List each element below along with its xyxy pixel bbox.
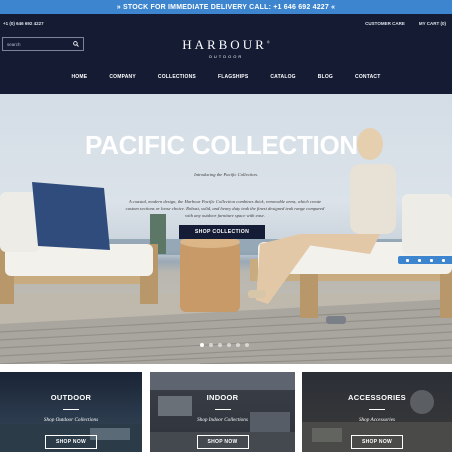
nav-catalog[interactable]: CATALOG xyxy=(259,74,306,80)
shop-now-button[interactable]: SHOP NOW xyxy=(196,435,249,449)
slider-dot[interactable] xyxy=(209,343,213,347)
hero-banner: PACIFIC COLLECTION Introducing the Pacif… xyxy=(0,94,452,364)
slider-dot[interactable] xyxy=(200,343,204,347)
mail-icon[interactable] xyxy=(429,258,433,262)
category-divider xyxy=(63,409,79,410)
customer-care-link[interactable]: CUSTOMER CARE xyxy=(365,21,405,26)
logo-name: HARBOUR xyxy=(182,37,267,52)
nav-contact[interactable]: CONTACT xyxy=(344,74,391,80)
category-subtitle: Shop Indoor Collections xyxy=(197,417,248,423)
hero-intro: Introducing the Pacific Collection. xyxy=(194,172,258,177)
logo-mark: ® xyxy=(266,39,270,45)
shop-collection-button[interactable]: SHOP COLLECTION xyxy=(179,225,265,239)
category-tiles: OUTDOOR Shop Outdoor Collections SHOP NO… xyxy=(0,372,452,452)
nav-company[interactable]: COMPANY xyxy=(98,74,147,80)
category-indoor[interactable]: INDOOR Shop Indoor Collections SHOP NOW xyxy=(150,372,295,452)
contact-widget[interactable] xyxy=(398,256,452,264)
hero-title: PACIFIC COLLECTION xyxy=(85,130,358,160)
nav-collections[interactable]: COLLECTIONS xyxy=(147,74,207,80)
more-icon[interactable] xyxy=(441,258,445,262)
main-nav: HOME COMPANY COLLECTIONS FLAGSHIPS CATAL… xyxy=(0,74,452,80)
slider-dot[interactable] xyxy=(227,343,231,347)
logo-sub: OUTDOOR xyxy=(208,54,244,59)
phone-icon[interactable] xyxy=(417,258,421,262)
promo-text[interactable]: » STOCK FOR IMMEDIATE DELIVERY CALL: +1 … xyxy=(117,4,335,11)
slider-dot[interactable] xyxy=(245,343,249,347)
category-divider xyxy=(369,409,385,410)
promo-bar[interactable]: » STOCK FOR IMMEDIATE DELIVERY CALL: +1 … xyxy=(0,0,452,14)
category-label: ACCESSORIES xyxy=(348,393,406,402)
hero-description: A coastal, modern design, the Harbour Pa… xyxy=(125,199,325,218)
slider-dot[interactable] xyxy=(218,343,222,347)
category-divider xyxy=(214,409,231,410)
slider-dot[interactable] xyxy=(236,343,240,347)
category-label: INDOOR xyxy=(206,393,239,402)
category-subtitle: Shop Outdoor Collections xyxy=(43,417,99,423)
chat-icon[interactable] xyxy=(405,258,409,262)
my-cart-link[interactable]: MY CART (0) xyxy=(419,21,446,26)
shop-now-button[interactable]: SHOP NOW xyxy=(45,435,97,449)
nav-home[interactable]: HOME xyxy=(61,74,99,80)
category-outdoor[interactable]: OUTDOOR Shop Outdoor Collections SHOP NO… xyxy=(0,372,142,452)
site-header: +1 (0) 646 692 4227 CUSTOMER CARE MY CAR… xyxy=(0,14,452,94)
category-accessories[interactable]: ACCESSORIES Shop Accessories SHOP NOW xyxy=(302,372,452,452)
header-phone[interactable]: +1 (0) 646 692 4227 xyxy=(3,21,44,26)
utility-links: CUSTOMER CARE MY CART (0) xyxy=(365,21,446,26)
category-subtitle: Shop Accessories xyxy=(358,417,396,423)
category-label: OUTDOOR xyxy=(50,393,92,402)
slider-dots xyxy=(200,343,249,347)
nav-blog[interactable]: BLOG xyxy=(307,74,344,80)
site-logo[interactable]: HARBOUR® OUTDOOR xyxy=(0,37,452,59)
shop-now-button[interactable]: SHOP NOW xyxy=(351,435,403,449)
nav-flagships[interactable]: FLAGSHIPS xyxy=(207,74,259,80)
